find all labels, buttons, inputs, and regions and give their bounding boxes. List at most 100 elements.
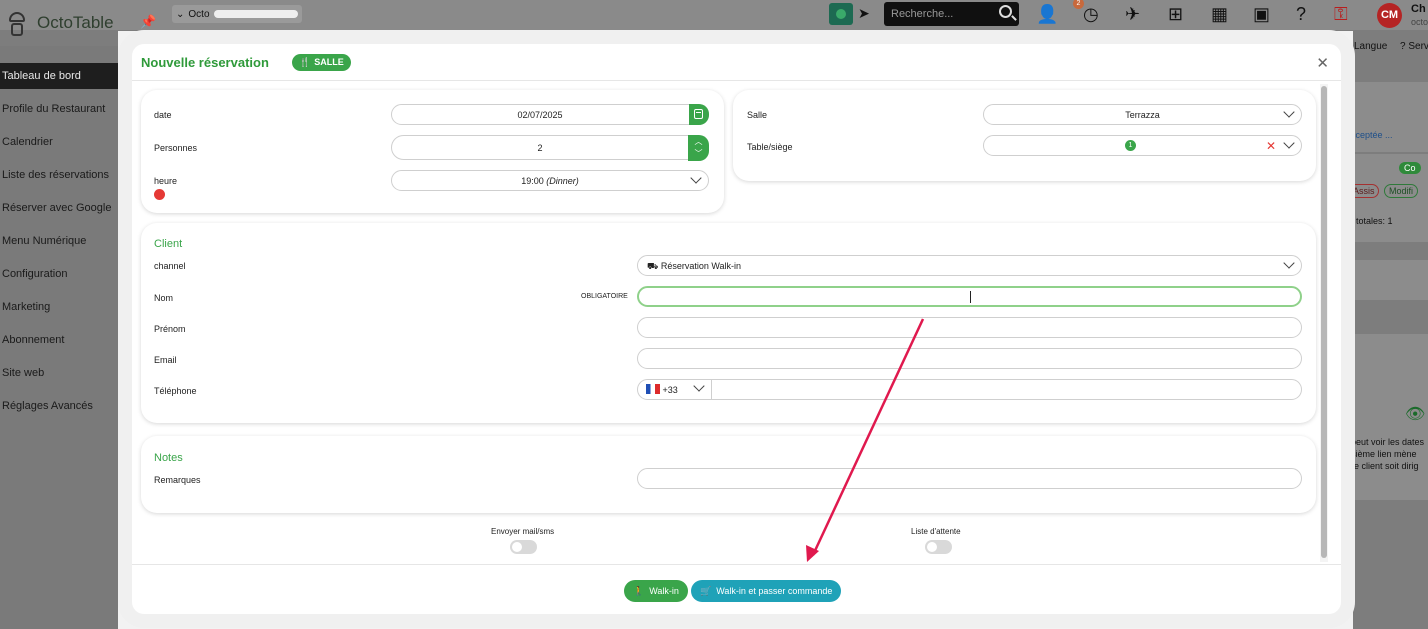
sidebar-item-subscription[interactable]: Abonnement [0, 327, 118, 353]
modal-footer: 🚶 Walk-in 🛒 Walk-in et passer commande [132, 564, 1341, 614]
sidebar-item-reservations[interactable]: Liste des réservations [0, 162, 118, 188]
language-menu[interactable]: Langue [1354, 41, 1387, 52]
clear-icon[interactable]: ✕ [1266, 139, 1276, 153]
modal-header: Nouvelle réservation 🍴 SALLE ✕ [132, 44, 1341, 81]
time-display: 19:00 (Dinner) [392, 176, 708, 186]
clock-icon[interactable]: ◷ [1083, 4, 1099, 24]
table-label: Table/siège [747, 142, 793, 152]
required-tag: OBLIGATOIRE [581, 293, 628, 300]
date-label: date [154, 110, 172, 120]
online-status-button[interactable] [829, 3, 853, 25]
sitemap-icon[interactable]: ⊞ [1168, 4, 1183, 24]
top-search-input[interactable]: Recherche... [884, 2, 1019, 26]
brand-name: OctoTable [37, 13, 114, 32]
user-subtitle: octo [1411, 17, 1428, 27]
chevron-down-icon[interactable]: ﹀ [695, 149, 703, 158]
sidebar-item-calendar[interactable]: Calendrier [0, 129, 118, 155]
image-icon[interactable]: ▣ [1253, 4, 1270, 24]
bg-card-2 [1351, 334, 1428, 394]
prenom-label: Prénom [154, 324, 186, 334]
key-icon[interactable]: ⚿ [1334, 4, 1348, 24]
walking-person-icon: 🚶 [633, 586, 645, 596]
country-code-select[interactable]: +33 [638, 379, 712, 400]
persons-label: Personnes [154, 143, 198, 153]
sidebar-item-dashboard[interactable]: Tableau de bord [0, 63, 118, 89]
france-flag-icon [646, 384, 660, 394]
eye-icon[interactable]: 👁 [1405, 404, 1425, 424]
email-input[interactable] [637, 348, 1302, 369]
walk-in-order-button-label: Walk-in et passer commande [716, 586, 833, 596]
add-user-icon[interactable]: 👤 [1036, 4, 1058, 24]
bg-accepted-link[interactable]: cceptée ... [1351, 130, 1393, 140]
channel-value: Réservation Walk-in [660, 261, 742, 271]
time-service: (Dinner) [546, 176, 579, 186]
walk-in-button[interactable]: 🚶 Walk-in [624, 580, 688, 602]
help-icon[interactable]: ? [1296, 4, 1306, 24]
phone-label: Téléphone [154, 386, 197, 396]
nom-input[interactable] [637, 286, 1302, 307]
send-notification-toggle[interactable] [510, 540, 537, 554]
chevron-down-icon [1283, 137, 1295, 149]
bg-desc-line-3: re client soit dirig [1351, 461, 1419, 471]
persons-spin-buttons[interactable]: ︿ ﹀ [688, 135, 709, 161]
channel-display: ⛟ Réservation Walk-in [647, 261, 741, 273]
salle-value: Terrazza [1125, 110, 1160, 120]
time-select[interactable]: 19:00 (Dinner) [391, 170, 709, 191]
bg-seated-badge[interactable]: Assis [1349, 184, 1379, 198]
background-content: Langue ? Serv cceptée ... Co Assis Modif… [1341, 34, 1428, 629]
persons-stepper[interactable]: 2 ︿ ﹀ [391, 135, 709, 161]
new-reservation-modal: Nouvelle réservation 🍴 SALLE ✕ date 02/0… [132, 44, 1341, 614]
bg-desc-line-2: sième lien mène [1351, 449, 1417, 459]
user-avatar[interactable]: CM [1377, 3, 1402, 28]
channel-select[interactable]: ⛟ Réservation Walk-in [637, 255, 1302, 276]
rocket-icon[interactable]: ➤ [858, 5, 870, 22]
sidebar-item-configuration[interactable]: Configuration [0, 261, 118, 287]
text-cursor [970, 291, 971, 303]
modal-title: Nouvelle réservation [141, 55, 269, 70]
notes-panel: Notes Remarques [141, 436, 1316, 513]
table-select[interactable]: 1 ✕ [983, 135, 1302, 156]
remarques-label: Remarques [154, 475, 201, 485]
send-notification-label: Envoyer mail/sms [491, 527, 555, 536]
nom-label: Nom [154, 293, 174, 303]
sidebar-item-website[interactable]: Site web [0, 360, 118, 386]
waitlist-toggle[interactable] [925, 540, 952, 554]
chef-octopus-logo-icon [6, 8, 28, 38]
date-value: 02/07/2025 [517, 110, 563, 120]
channel-label: channel [154, 261, 186, 271]
bg-desc-line-1: peut voir les dates [1351, 437, 1425, 447]
sidebar-item-marketing[interactable]: Marketing [0, 294, 118, 320]
remarques-input[interactable] [637, 468, 1302, 489]
calendar-icon[interactable]: ▦ [1211, 4, 1228, 24]
send-icon[interactable]: ✈ [1125, 4, 1140, 24]
utensils-icon: 🍴 [299, 57, 311, 67]
search-icon[interactable] [999, 5, 1012, 18]
pin-icon[interactable]: 📌 [140, 14, 156, 30]
bg-modify-badge[interactable]: Modifi [1384, 184, 1419, 198]
phone-input[interactable]: +33 [637, 379, 1302, 400]
date-input[interactable]: 02/07/2025 [391, 104, 709, 125]
restaurant-selector[interactable]: ⌄ Octo [172, 5, 302, 23]
salle-select[interactable]: Terrazza [983, 104, 1302, 125]
sidebar-item-google[interactable]: Réserver avec Google [0, 195, 118, 221]
search-placeholder: Recherche... [891, 8, 954, 20]
sidebar-item-restaurant-profile[interactable]: Profile du Restaurant [0, 96, 118, 122]
redacted-name [213, 10, 298, 18]
sidebar-item-digital-menu[interactable]: Menu Numérique [0, 228, 118, 254]
calendar-picker-button[interactable] [689, 104, 709, 125]
walk-in-order-button[interactable]: 🛒 Walk-in et passer commande [691, 580, 842, 602]
persons-value: 2 [537, 143, 543, 153]
service-menu[interactable]: ? Serv [1400, 41, 1428, 52]
time-value: 19:00 [521, 176, 544, 186]
bg-card-status [1351, 82, 1428, 152]
prenom-input[interactable] [637, 317, 1302, 338]
close-icon[interactable]: ✕ [1316, 54, 1329, 72]
sidebar-item-advanced-settings[interactable]: Réglages Avancés [0, 393, 118, 419]
chevron-down-icon [1283, 257, 1295, 269]
modal-scrollbar[interactable] [1320, 84, 1328, 562]
chevron-up-icon[interactable]: ︿ [695, 137, 703, 146]
bg-totals: s totales: 1 [1349, 216, 1393, 226]
bg-confirm-badge[interactable]: Co [1399, 162, 1421, 174]
booking-details-panel: date 02/07/2025 Personnes 2 ︿ ﹀ heure 19:… [141, 90, 724, 213]
scrollbar-thumb[interactable] [1321, 86, 1327, 558]
